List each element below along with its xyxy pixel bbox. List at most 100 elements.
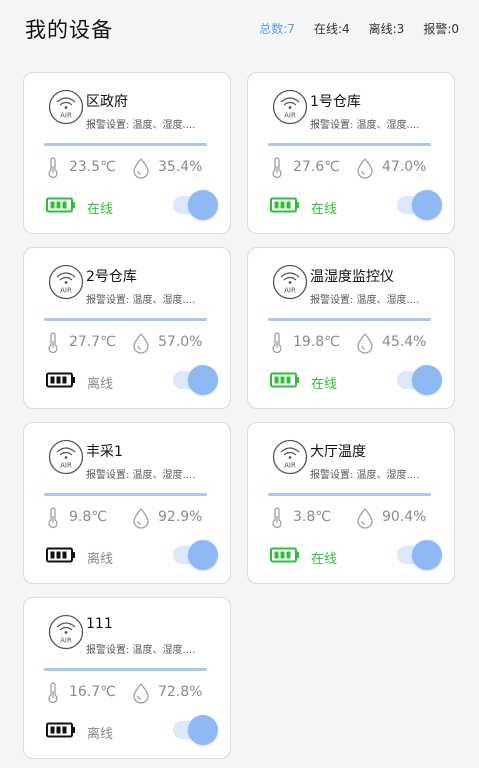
divider [268,493,431,496]
stat-offline[interactable]: 离线:3 [369,20,405,37]
switch-knob[interactable] [188,715,218,745]
air-sensor-icon: AIR [48,264,84,300]
svg-text:AIR: AIR [60,637,72,645]
divider [268,318,431,321]
status-label: 在线 [311,202,338,217]
battery-icon [46,722,75,738]
alarm-settings: 报警设置: 温度、湿度.... [310,470,420,481]
stat-total[interactable]: 总数:7 [259,20,295,37]
temperature-value: 23.5℃ [69,159,116,175]
device-card-5[interactable]: AIR 丰采1 报警设置: 温度、湿度.... 9.8℃ 92.9% 离线 [23,422,231,584]
humidity-drop-icon [357,508,373,529]
header: 我的设备 总数:7 在线:4 离线:3 报警:0 [0,0,479,58]
page-title: 我的设备 [25,18,113,42]
device-name: 丰采1 [86,444,123,460]
humidity-value: 47.0% [382,159,427,175]
humidity-drop-icon [133,508,149,529]
switch-knob[interactable] [188,540,218,570]
device-switch[interactable] [173,190,218,220]
divider [44,493,207,496]
switch-knob[interactable] [188,190,218,220]
humidity-value: 90.4% [382,509,427,525]
air-sensor-icon: AIR [48,439,84,475]
svg-text:AIR: AIR [60,112,72,120]
air-sensor-icon: AIR [48,614,84,650]
status-label: 离线 [87,377,114,392]
air-sensor-icon: AIR [272,264,308,300]
humidity-drop-icon [357,158,373,179]
thermometer-icon [48,332,58,353]
battery-icon [46,372,75,388]
device-grid: AIR 区政府 报警设置: 温度、湿度.... 23.5℃ 35.4% 在线 A… [23,72,457,759]
svg-text:AIR: AIR [60,462,72,470]
temperature-value: 27.7℃ [69,334,116,350]
humidity-value: 72.8% [158,684,203,700]
device-card-4[interactable]: AIR 温湿度监控仪 报警设置: 温度、湿度.... 19.8℃ 45.4% 在… [247,247,455,409]
stat-online[interactable]: 在线:4 [314,20,350,37]
device-switch[interactable] [173,365,218,395]
temperature-value: 27.6℃ [293,159,340,175]
battery-icon [46,547,75,563]
temperature-value: 3.8℃ [293,509,331,525]
thermometer-icon [272,157,282,178]
divider [44,318,207,321]
device-card-6[interactable]: AIR 大厅温度 报警设置: 温度、湿度.... 3.8℃ 90.4% 在线 [247,422,455,584]
device-name: 1号仓库 [310,94,361,110]
humidity-drop-icon [133,333,149,354]
switch-knob[interactable] [188,365,218,395]
status-label: 在线 [87,202,114,217]
battery-icon [270,372,299,388]
device-card-2[interactable]: AIR 1号仓库 报警设置: 温度、湿度.... 27.6℃ 47.0% 在线 [247,72,455,234]
humidity-value: 35.4% [158,159,203,175]
status-label: 在线 [311,377,338,392]
alarm-settings: 报警设置: 温度、湿度.... [86,295,196,306]
svg-text:AIR: AIR [284,462,296,470]
device-card-1[interactable]: AIR 区政府 报警设置: 温度、湿度.... 23.5℃ 35.4% 在线 [23,72,231,234]
divider [44,668,207,671]
stat-alarm[interactable]: 报警:0 [423,20,459,37]
device-name: 2号仓库 [86,269,137,285]
device-name: 大厅温度 [310,444,366,460]
alarm-settings: 报警设置: 温度、湿度.... [86,470,196,481]
device-switch[interactable] [397,190,442,220]
alarm-settings: 报警设置: 温度、湿度.... [86,645,196,656]
temperature-value: 9.8℃ [69,509,107,525]
thermometer-icon [272,507,282,528]
alarm-settings: 报警设置: 温度、湿度.... [310,295,420,306]
device-switch[interactable] [173,540,218,570]
humidity-drop-icon [357,333,373,354]
device-name: 区政府 [86,94,128,110]
device-name: 温湿度监控仪 [310,269,394,285]
switch-knob[interactable] [412,190,442,220]
alarm-settings: 报警设置: 温度、湿度.... [86,120,196,131]
device-switch[interactable] [173,715,218,745]
humidity-drop-icon [133,158,149,179]
divider [268,143,431,146]
temperature-value: 16.7℃ [69,684,116,700]
thermometer-icon [48,157,58,178]
switch-knob[interactable] [412,365,442,395]
device-switch[interactable] [397,365,442,395]
device-card-7[interactable]: AIR 111 报警设置: 温度、湿度.... 16.7℃ 72.8% 离线 [23,597,231,759]
device-switch[interactable] [397,540,442,570]
divider [44,143,207,146]
air-sensor-icon: AIR [48,89,84,125]
svg-text:AIR: AIR [284,287,296,295]
thermometer-icon [48,682,58,703]
status-label: 离线 [87,552,114,567]
switch-knob[interactable] [412,540,442,570]
svg-text:AIR: AIR [284,112,296,120]
stats-bar: 总数:7 在线:4 离线:3 报警:0 [259,20,459,37]
air-sensor-icon: AIR [272,439,308,475]
device-card-3[interactable]: AIR 2号仓库 报警设置: 温度、湿度.... 27.7℃ 57.0% 离线 [23,247,231,409]
status-label: 在线 [311,552,338,567]
battery-icon [270,547,299,563]
humidity-value: 57.0% [158,334,203,350]
battery-icon [46,197,75,213]
humidity-value: 45.4% [382,334,427,350]
humidity-value: 92.9% [158,509,203,525]
battery-icon [270,197,299,213]
svg-text:AIR: AIR [60,287,72,295]
alarm-settings: 报警设置: 温度、湿度.... [310,120,420,131]
thermometer-icon [48,507,58,528]
